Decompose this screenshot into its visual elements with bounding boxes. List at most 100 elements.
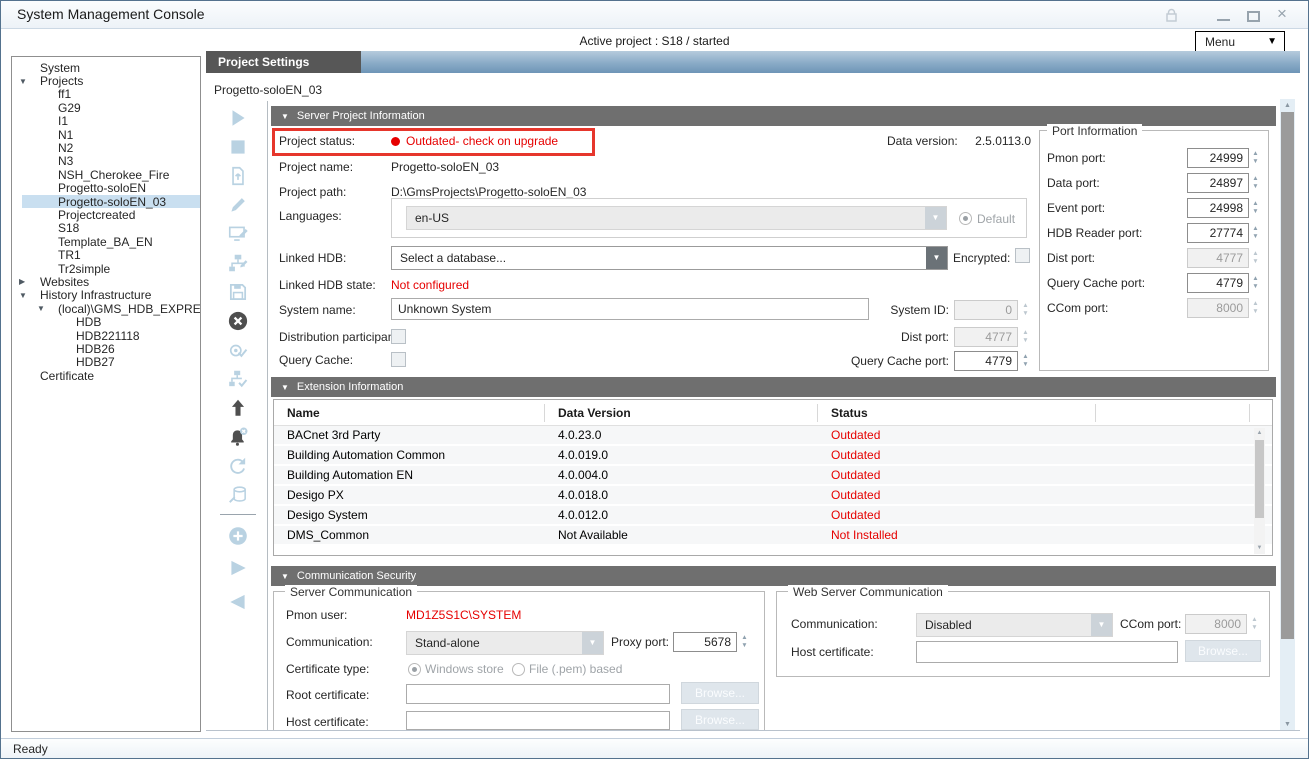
- tree-item-history-infrastructure[interactable]: ▼History Infrastructure: [12, 289, 200, 302]
- minimize-button[interactable]: [1217, 19, 1230, 21]
- query-cache-port-label: Query Cache port:: [811, 354, 949, 368]
- port-rows: Pmon port:24999▲▼Data port:24897▲▼Event …: [1047, 148, 1261, 323]
- section-header-extension[interactable]: ▼Extension Information: [271, 377, 1276, 397]
- scroll-down-icon[interactable]: ▼: [1254, 543, 1265, 554]
- maximize-button[interactable]: [1247, 11, 1260, 22]
- tree-item-g29[interactable]: G29: [12, 101, 200, 114]
- tree-item-label: HDB: [76, 315, 101, 329]
- proxy-port-spinner[interactable]: ▲▼: [739, 632, 750, 652]
- section-header-server-project[interactable]: ▼Server Project Information: [271, 106, 1276, 126]
- port-field[interactable]: 4779: [1187, 273, 1249, 293]
- table-row[interactable]: Desigo PX4.0.018.0Outdated: [274, 486, 1272, 504]
- expand-arrow-icon[interactable]: ▶: [16, 277, 40, 286]
- web-communication-dropdown: Disabled ▼: [916, 613, 1113, 637]
- query-cache-port-spinner[interactable]: ▲▼: [1020, 351, 1031, 371]
- port-field[interactable]: 24998: [1187, 198, 1249, 218]
- tree-item-i1[interactable]: I1: [12, 115, 200, 128]
- toolbar-button-notification-disable[interactable]: [216, 424, 260, 450]
- tree-item-n3[interactable]: N3: [12, 155, 200, 168]
- collapse-icon: ▼: [281, 112, 289, 121]
- root-certificate-label: Root certificate:: [286, 688, 369, 702]
- table-row[interactable]: Desigo System4.0.012.0Outdated: [274, 506, 1272, 524]
- tree-item-hdb[interactable]: HDB: [12, 315, 200, 328]
- toolbar-button-clear-database: [216, 482, 260, 508]
- port-field[interactable]: 24897: [1187, 173, 1249, 193]
- tree-item-n1[interactable]: N1: [12, 128, 200, 141]
- tree-item-template-ba-en[interactable]: Template_BA_EN: [12, 235, 200, 248]
- tree-item-tr2simple[interactable]: Tr2simple: [12, 262, 200, 275]
- breadcrumb: Progetto-soloEN_03: [214, 83, 322, 97]
- tree-item-progetto-soloen-03[interactable]: Progetto-soloEN_03: [12, 195, 200, 208]
- tree-item-n2[interactable]: N2: [12, 141, 200, 154]
- ccom-port-field: 8000: [1185, 614, 1247, 634]
- tree-item-hdb221118[interactable]: HDB221118: [12, 329, 200, 342]
- tree-item-progetto-soloen[interactable]: Progetto-soloEN: [12, 182, 200, 195]
- port-spinner[interactable]: ▲▼: [1250, 176, 1261, 190]
- window-title: System Management Console: [17, 6, 205, 22]
- section-header-comm-security[interactable]: ▼Communication Security: [271, 566, 1276, 586]
- web-host-certificate-input[interactable]: [916, 641, 1178, 663]
- toolbar-button-upgrade-project[interactable]: [216, 395, 260, 421]
- tree-item-nsh-cherokee-fire[interactable]: NSH_Cherokee_Fire: [12, 168, 200, 181]
- tree-item-hdb27[interactable]: HDB27: [12, 356, 200, 369]
- tree-item-tr1[interactable]: TR1: [12, 248, 200, 261]
- tree-item-projectcreated[interactable]: Projectcreated: [12, 208, 200, 221]
- section-title: Communication Security: [297, 570, 416, 582]
- proxy-port-field[interactable]: 5678: [673, 632, 737, 652]
- table-scrollbar[interactable]: ▲ ▼: [1254, 428, 1265, 554]
- collapse-arrow-icon[interactable]: ▼: [34, 304, 58, 313]
- table-row[interactable]: DMS_CommonNot AvailableNot Installed: [274, 526, 1272, 544]
- collapse-arrow-icon[interactable]: ▼: [16, 291, 40, 300]
- close-button[interactable]: ×: [1277, 4, 1287, 24]
- linked-hdb-dropdown[interactable]: Select a database... ▼: [391, 246, 948, 270]
- tree-item-s18[interactable]: S18: [12, 222, 200, 235]
- notification-disable-icon: [227, 426, 249, 448]
- host-certificate-input[interactable]: [406, 711, 670, 730]
- system-id-label: System ID:: [859, 303, 949, 317]
- pmon-user-label: Pmon user:: [286, 608, 347, 622]
- menu-button[interactable]: Menu ▼: [1195, 31, 1285, 52]
- system-name-input[interactable]: Unknown System: [391, 298, 869, 320]
- tree-item-hdb26[interactable]: HDB26: [12, 342, 200, 355]
- port-field[interactable]: 27774: [1187, 223, 1249, 243]
- tree-item-websites[interactable]: ▶Websites: [12, 275, 200, 288]
- tab-project-settings[interactable]: Project Settings: [206, 51, 361, 73]
- tree-item-system[interactable]: System: [12, 61, 200, 74]
- port-spinner[interactable]: ▲▼: [1250, 226, 1261, 240]
- port-spinner[interactable]: ▲▼: [1250, 201, 1261, 215]
- port-label: Pmon port:: [1047, 151, 1187, 165]
- column-header-name[interactable]: Name: [274, 404, 545, 422]
- tree-item-certificate[interactable]: Certificate: [12, 369, 200, 382]
- collapse-arrow-icon[interactable]: ▼: [16, 77, 40, 86]
- scroll-up-icon[interactable]: ▲: [1254, 428, 1265, 439]
- query-cache-port-field[interactable]: 4779: [954, 351, 1018, 371]
- main-scrollbar[interactable]: ▲ ▼: [1280, 99, 1295, 731]
- web-host-certificate-browse-button: Browse...: [1185, 640, 1261, 662]
- tree-item-label: (local)\GMS_HDB_EXPRESS: [58, 302, 201, 316]
- table-scrollbar-thumb[interactable]: [1255, 440, 1264, 518]
- table-row[interactable]: BACnet 3rd Party4.0.23.0Outdated: [274, 426, 1272, 444]
- main-scrollbar-thumb[interactable]: [1281, 112, 1294, 639]
- distribution-participant-checkbox: [391, 329, 406, 344]
- port-spinner[interactable]: ▲▼: [1250, 151, 1261, 165]
- extension-table: Name Data Version Status BACnet 3rd Part…: [273, 399, 1273, 556]
- linked-hdb-label: Linked HDB:: [279, 251, 346, 265]
- cell-data-version: 4.0.23.0: [545, 428, 818, 442]
- column-header-data-version[interactable]: Data Version: [545, 404, 818, 422]
- table-row[interactable]: Building Automation EN4.0.004.0Outdated: [274, 466, 1272, 484]
- port-field[interactable]: 24999: [1187, 148, 1249, 168]
- cell-status: Outdated: [818, 488, 1096, 502]
- status-bar: Ready: [1, 738, 1308, 758]
- tree-item-projects[interactable]: ▼Projects: [12, 74, 200, 87]
- column-header-status[interactable]: Status: [818, 404, 1096, 422]
- project-name-label: Project name:: [279, 160, 353, 174]
- table-row[interactable]: Building Automation Common4.0.019.0Outda…: [274, 446, 1272, 464]
- tree-item--local-gms-hdb-express[interactable]: ▼(local)\GMS_HDB_EXPRESS: [12, 302, 200, 315]
- scroll-up-icon[interactable]: ▲: [1280, 99, 1295, 112]
- tree-item-label: N1: [58, 128, 73, 142]
- root-certificate-input[interactable]: [406, 684, 670, 704]
- next-icon: [227, 557, 249, 579]
- tree-item-ff1[interactable]: ff1: [12, 88, 200, 101]
- toolbar-button-close-project[interactable]: [216, 308, 260, 334]
- port-spinner[interactable]: ▲▼: [1250, 276, 1261, 290]
